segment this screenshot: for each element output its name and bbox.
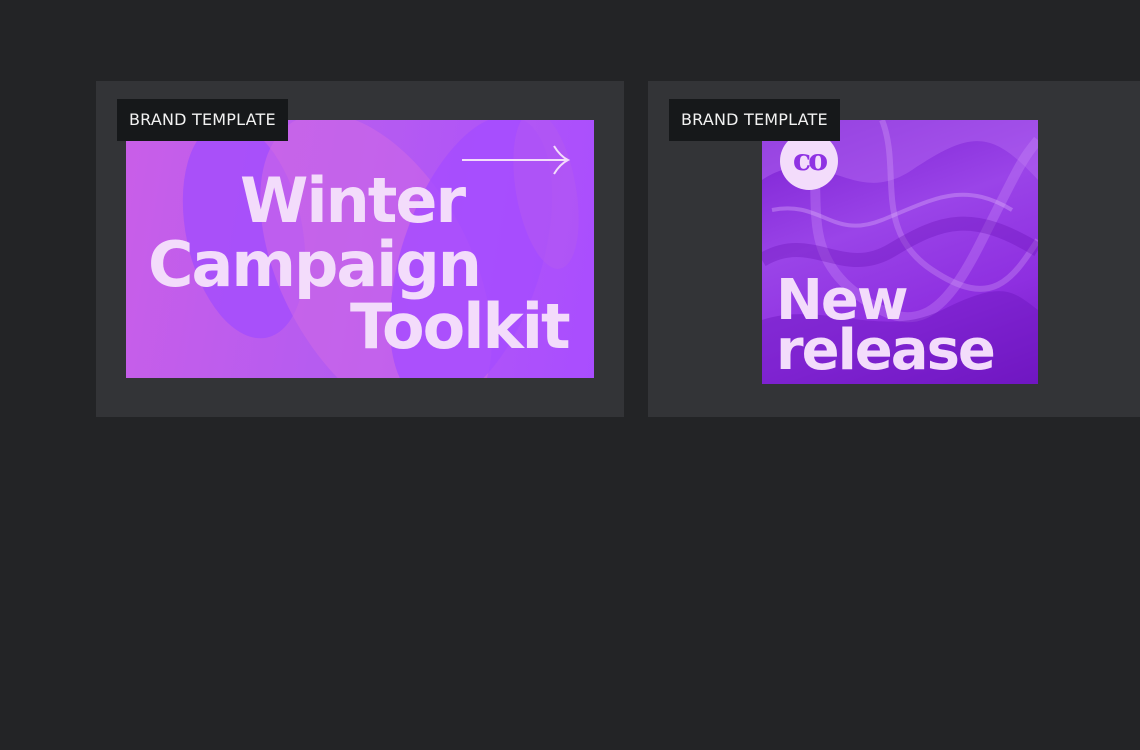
poster-line-2: Campaign xyxy=(148,228,482,301)
template-thumbnail[interactable]: co New release xyxy=(762,120,1038,384)
poster-line-1: Winter xyxy=(240,164,466,237)
brand-template-badge: BRAND TEMPLATE xyxy=(669,99,840,141)
template-card-new-release[interactable]: BRAND TEMPLATE co New release xyxy=(648,81,1140,417)
brand-template-badge: BRAND TEMPLATE xyxy=(117,99,288,141)
poster-line-2: release xyxy=(776,318,996,383)
template-thumbnail[interactable]: Winter Campaign Toolkit xyxy=(126,120,594,378)
poster-line-3: Toolkit xyxy=(350,290,571,363)
template-card-winter-campaign[interactable]: BRAND TEMPLATE Winter Campaign Toolkit xyxy=(96,81,624,417)
